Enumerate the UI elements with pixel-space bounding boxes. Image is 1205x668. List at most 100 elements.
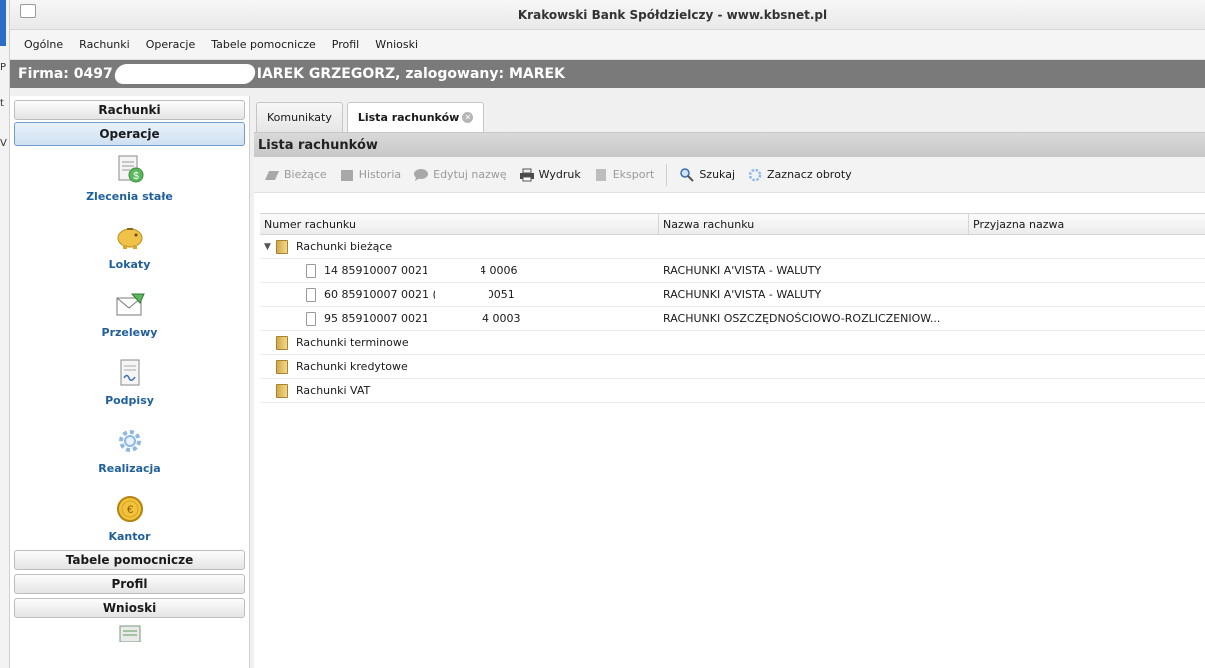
section-profil[interactable]: Profil [14, 574, 245, 594]
account-number: 14 85910007 0021 [324, 264, 429, 277]
column-header-friendly-name[interactable]: Przyjazna nazwa [969, 214, 1205, 234]
tab-label: Lista rachunków [357, 111, 460, 124]
desk-char: t [0, 98, 4, 109]
table-row[interactable]: 60 85910007 0021 ( 0051 RACHUNKI A'VISTA… [260, 283, 1205, 307]
toolbar: Bieżące Historia Edytuj nazwę Wydruk Eks… [254, 157, 1205, 193]
wnioski-icon [10, 624, 249, 642]
envelope-icon [113, 288, 147, 322]
redaction-mark [434, 287, 489, 302]
close-tab-icon[interactable]: ✕ [462, 112, 474, 123]
desk-char: V [0, 138, 7, 149]
toolbar-label: Historia [358, 168, 402, 181]
app-window: Krakowski Bank Spółdzielczy - www.kbsnet… [10, 0, 1205, 668]
menu-tabele-pomocnicze[interactable]: Tabele pomocnicze [203, 38, 324, 51]
sidebar-item-label: Zlecenia stałe [86, 190, 173, 203]
group-label: Rachunki kredytowe [296, 360, 408, 373]
account-number-tail: 0051 [486, 288, 515, 301]
tab-lista-rachunkow[interactable]: Lista rachunków ✕ [346, 102, 485, 132]
menu-ogolne[interactable]: Ogólne [16, 38, 71, 51]
toolbar-label: Wydruk [538, 168, 581, 181]
menu-rachunki[interactable]: Rachunki [71, 38, 138, 51]
account-name: RACHUNKI OSZCZĘDNOŚCIOWO-ROZLICZENIOW... [663, 312, 941, 325]
history-icon [340, 169, 353, 181]
current-button[interactable]: Bieżące [264, 168, 327, 182]
sidebar: Rachunki Operacje $ Zlecenia stałe Lokat… [10, 96, 250, 668]
expand-arrow-icon[interactable]: ▼ [264, 242, 276, 252]
section-tabele-pomocnicze[interactable]: Tabele pomocnicze [14, 550, 245, 570]
gear-icon [748, 168, 762, 181]
title-bar: Krakowski Bank Spółdzielczy - www.kbsnet… [10, 0, 1205, 30]
toolbar-separator [666, 163, 668, 186]
column-header-number[interactable]: Numer rachunku [260, 214, 659, 234]
sidebar-item-label: Lokaty [108, 258, 151, 271]
table-row[interactable]: Rachunki VAT [260, 379, 1205, 403]
search-button[interactable]: Szukaj [679, 167, 735, 182]
history-button[interactable]: Historia [339, 168, 401, 182]
mark-turnover-button[interactable]: Zaznacz obroty [747, 168, 852, 182]
folder-icon [276, 335, 288, 350]
section-operacje[interactable]: Operacje [14, 122, 245, 146]
tab-komunikaty[interactable]: Komunikaty [256, 102, 343, 132]
gear-icon [113, 424, 147, 458]
coin-icon: € [113, 492, 147, 526]
group-label: Rachunki VAT [296, 384, 371, 397]
section-rachunki[interactable]: Rachunki [14, 100, 245, 120]
document-icon [306, 263, 316, 278]
menu-bar: Ogólne Rachunki Operacje Tabele pomocnic… [10, 30, 1205, 60]
group-label: Rachunki terminowe [296, 336, 409, 349]
sidebar-item-label: Podpisy [105, 394, 154, 407]
sidebar-item-zlecenia-stale[interactable]: $ Zlecenia stałe [10, 152, 249, 220]
document-icon [306, 311, 316, 326]
menu-profil[interactable]: Profil [324, 38, 367, 51]
export-button[interactable]: Eksport [593, 168, 655, 182]
sidebar-item-przelewy[interactable]: Przelewy [10, 288, 249, 356]
svg-text:€: € [126, 504, 132, 516]
signature-icon [113, 356, 147, 390]
table-row[interactable]: Rachunki kredytowe [260, 355, 1205, 379]
table-row[interactable]: 14 85910007 0021 4 0006 RACHUNKI A'VISTA… [260, 259, 1205, 283]
speech-bubble-icon [414, 168, 429, 181]
sidebar-item-realizacja[interactable]: Realizacja [10, 424, 249, 492]
folder-icon [276, 383, 288, 398]
standing-order-icon: $ [113, 152, 147, 186]
table-row[interactable]: Rachunki terminowe [260, 331, 1205, 355]
toolbar-label: Eksport [612, 168, 655, 181]
toolbar-label: Edytuj nazwę [433, 168, 507, 181]
accounts-table: Numer rachunku Nazwa rachunku Przyjazna … [260, 213, 1205, 403]
company-prefix: Firma: 0497 [18, 66, 113, 82]
edit-name-button[interactable]: Edytuj nazwę [413, 168, 507, 182]
document-icon [306, 287, 316, 302]
card-icon [265, 170, 279, 180]
search-icon [680, 167, 695, 182]
account-number: 60 85910007 0021 ( [324, 288, 437, 301]
tab-strip: Komunikaty Lista rachunków ✕ [254, 96, 1205, 132]
desk-char: P [0, 62, 7, 73]
group-label: Rachunki bieżące [296, 240, 393, 253]
column-header-name[interactable]: Nazwa rachunku [659, 214, 969, 234]
toolbar-label: Bieżące [284, 168, 327, 181]
sidebar-item-label: Kantor [108, 530, 151, 543]
table-row[interactable]: ▼ Rachunki bieżące [260, 235, 1205, 259]
sidebar-item-lokaty[interactable]: Lokaty [10, 220, 249, 288]
account-number: 95 85910007 0021 [324, 312, 429, 325]
sidebar-item-label: Realizacja [98, 462, 161, 475]
accounts-panel: Lista rachunków Bieżące Historia Edytuj … [254, 132, 1205, 668]
redaction-mark [112, 64, 257, 84]
account-name: RACHUNKI A'VISTA - WALUTY [663, 264, 822, 277]
menu-operacje[interactable]: Operacje [138, 38, 204, 51]
sidebar-item-podpisy[interactable]: Podpisy [10, 356, 249, 424]
menu-wnioski[interactable]: Wnioski [367, 38, 426, 51]
account-number-tail: 4 0006 [478, 264, 518, 277]
table-row[interactable]: 95 85910007 0021 '4 0003 RACHUNKI OSZCZĘ… [260, 307, 1205, 331]
taskbar-edge [0, 0, 6, 46]
account-number-tail: '4 0003 [478, 312, 521, 325]
section-wnioski[interactable]: Wnioski [14, 598, 245, 618]
piggy-bank-icon [113, 220, 147, 254]
main-area: Komunikaty Lista rachunków ✕ Lista rachun… [254, 96, 1205, 668]
export-icon [595, 168, 606, 181]
company-user: IAREK GRZEGORZ, zalogowany: MAREK [256, 66, 565, 82]
redaction-mark [426, 263, 481, 278]
print-button[interactable]: Wydruk [519, 168, 581, 182]
table-header: Numer rachunku Nazwa rachunku Przyjazna … [260, 213, 1205, 235]
printer-icon [519, 168, 534, 181]
